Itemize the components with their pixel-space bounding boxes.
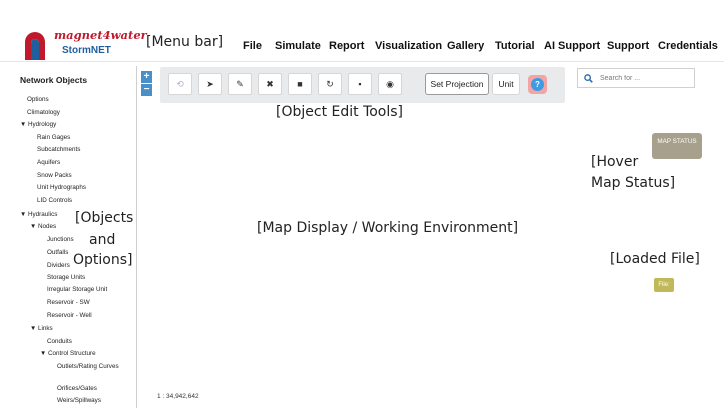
hover-map-status-annotation: [Hover Map Status] [591,152,675,194]
header-bar: magnet4water StormNET [Menu bar] File Si… [0,0,724,62]
tree-item-lid-controls[interactable]: LID Controls [37,197,72,205]
menu-report[interactable]: Report [329,40,364,52]
unit-button[interactable]: Unit [492,73,520,95]
app-logo[interactable]: magnet4water StormNET [22,28,147,62]
search-box [577,68,695,88]
tree-item-links[interactable]: ▼ Links [30,325,53,333]
tree-item-outfalls[interactable]: Outfalls [47,249,68,257]
menu-bar-annotation: [Menu bar] [146,34,224,50]
tree-item-snow-packs[interactable]: Snow Packs [37,172,72,180]
menu-credentials[interactable]: Credentials [658,40,718,52]
menu-gallery[interactable]: Gallery [447,40,484,52]
tree-item-subcatchments[interactable]: Subcatchments [37,146,80,154]
undo-icon[interactable]: ⟲ [168,73,192,95]
delete-icon[interactable]: ✖ [258,73,282,95]
hover-annotation-line-2: Map Status] [591,175,676,191]
tree-item-options[interactable]: Options [27,96,49,104]
tree-item-orifices-gates[interactable]: Orifices/Gates [57,385,97,393]
help-icon: ? [531,78,544,91]
hover-annotation-line-1: [Hover [591,154,639,170]
network-objects-panel: Network Objects Options Climatology ▼ Hy… [0,66,137,408]
sidebar-annotation-line-1: [Objects [75,210,134,226]
menu-tutorial[interactable]: Tutorial [495,40,535,52]
menu-file[interactable]: File [243,40,262,52]
menu-simulate[interactable]: Simulate [275,40,321,52]
tree-item-outlets-rating-curves[interactable]: Outlets/Rating Curves [57,363,127,371]
search-input[interactable] [600,71,692,85]
tree-item-irregular-storage-unit[interactable]: Irregular Storage Unit [47,286,107,294]
set-projection-button[interactable]: Set Projection [425,73,489,95]
map-scale: 1 : 34,942,642 [157,393,199,400]
zoom-in-button[interactable]: + [141,71,152,83]
sidebar-annotation-line-2: and [89,232,116,248]
tree-item-reservoir-well[interactable]: Reservoir - Well [47,312,92,320]
loaded-file-annotation: [Loaded File] [610,251,700,267]
tree-item-weirs-spillways[interactable]: Weirs/Spillways [57,397,101,405]
menu-visualization[interactable]: Visualization [375,40,442,52]
map-annotation: [Map Display / Working Environment] [257,220,519,236]
menu-support[interactable]: Support [607,40,649,52]
tree-item-hydrology[interactable]: ▼ Hydrology [20,121,56,129]
sidebar-annotation-line-3: Options] [73,252,133,268]
tree-item-dividers[interactable]: Dividers [47,262,70,270]
loaded-file-badge[interactable]: File: [654,278,674,292]
zoom-out-button[interactable]: − [141,84,152,96]
trash-icon[interactable]: ▪ [348,73,372,95]
product-name: StormNET [62,45,111,56]
target-icon[interactable]: ◉ [378,73,402,95]
brand-name: magnet4water [54,28,147,42]
truck-icon[interactable]: ■ [288,73,312,95]
tree-item-nodes[interactable]: ▼ Nodes [30,223,56,231]
tree-item-hydraulics[interactable]: ▼ Hydraulics [20,211,57,219]
panel-title: Network Objects [20,75,88,85]
tree-item-reservoir-sw[interactable]: Reservoir - SW [47,299,90,307]
search-icon [584,74,593,83]
pointer-icon[interactable]: ➤ [198,73,222,95]
tree-item-climatology[interactable]: Climatology [27,109,60,117]
tree-item-unit-hydrographs[interactable]: Unit Hydrographs [37,184,86,192]
edit-icon[interactable]: ✎ [228,73,252,95]
tree-item-conduits[interactable]: Conduits [47,338,72,346]
tree-item-rain-gages[interactable]: Rain Gages [37,134,70,142]
help-button[interactable]: ? [528,75,547,94]
menu-ai-support[interactable]: AI Support [544,40,600,52]
object-edit-toolbar: ⟲ ➤ ✎ ✖ ■ ↻ ▪ ◉ Set Projection Unit ? [160,67,565,103]
tree-item-aquifers[interactable]: Aquifers [37,159,60,167]
magnet-logo-icon [25,32,45,60]
tree-item-control-structure[interactable]: ▼ Control Structure [40,350,96,358]
refresh-icon[interactable]: ↻ [318,73,342,95]
tree-item-junctions[interactable]: Junctions [47,236,74,244]
tree-item-storage-units[interactable]: Storage Units [47,274,85,282]
